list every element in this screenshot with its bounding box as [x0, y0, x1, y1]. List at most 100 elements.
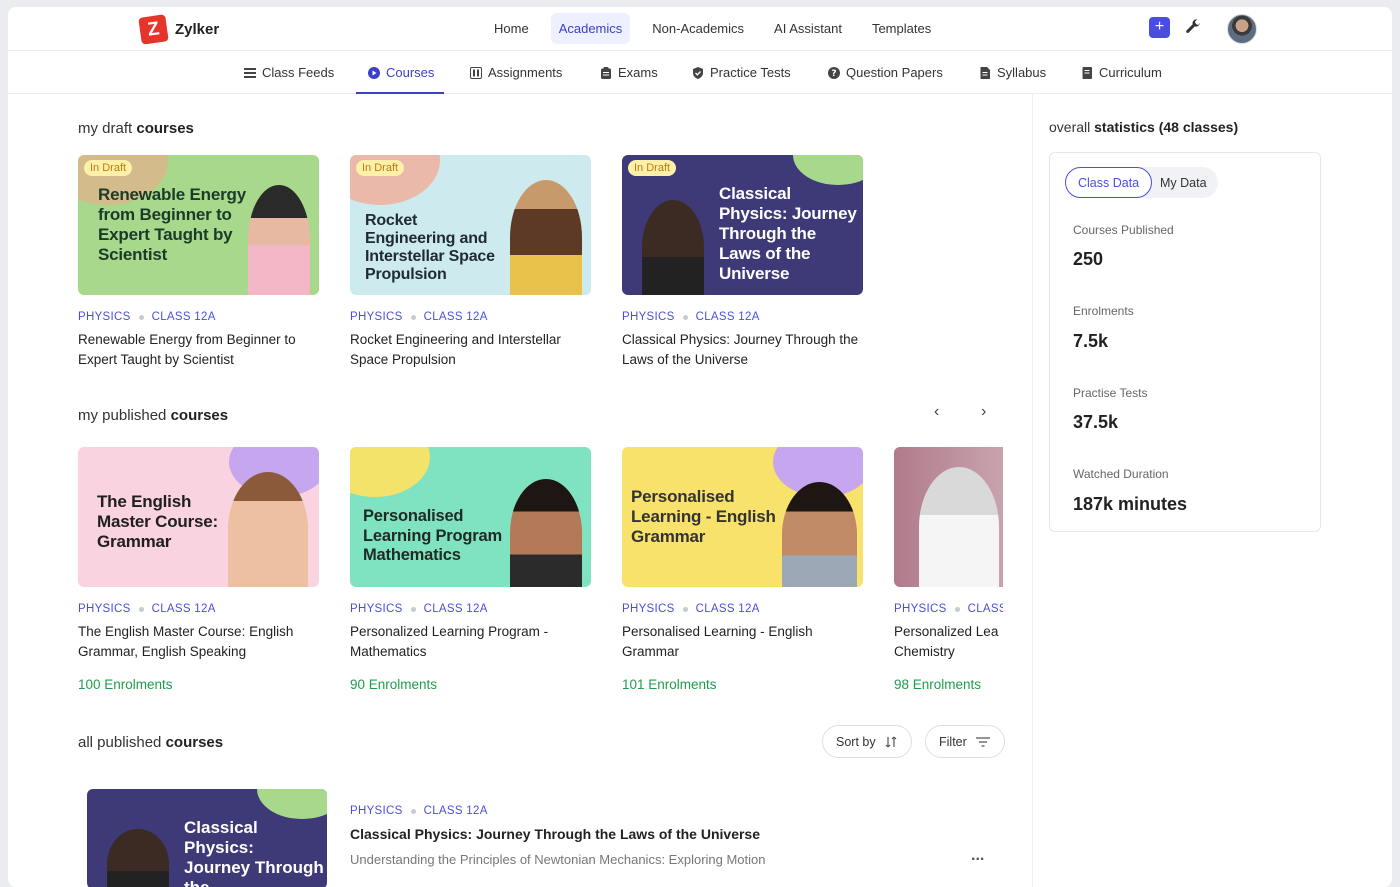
course-meta: PHYSICS CLASS 12A: [350, 311, 591, 323]
course-thumbnail[interactable]: In Draft Rocket Engineering and Interste…: [350, 155, 591, 295]
published-course-card[interactable]: Personalised Learning Program Mathematic…: [350, 447, 591, 692]
instructor-photo: [228, 472, 308, 587]
course-meta: PHYSICS CLASS 12A: [78, 603, 319, 615]
tab-exams[interactable]: Exams: [600, 51, 658, 94]
nav-non-academics[interactable]: Non-Academics: [644, 13, 752, 44]
title-prefix: my published: [78, 407, 167, 424]
add-button[interactable]: +: [1149, 17, 1170, 38]
instructor-photo: [510, 479, 582, 587]
course-thumbnail[interactable]: [894, 447, 1003, 587]
tab-label: Assignments: [488, 65, 563, 80]
course-meta: PHYSICS CLASS 12A: [350, 603, 591, 615]
stats-title: overall statistics (48 classes): [1049, 119, 1238, 135]
my-data-toggle[interactable]: My Data: [1160, 167, 1207, 198]
sort-label: Sort by: [836, 734, 876, 749]
draft-course-card[interactable]: In Draft Classical Physics: Journey Thro…: [622, 155, 863, 369]
play-circle-icon: [368, 66, 380, 79]
class-label: CLASS 12A: [695, 311, 760, 323]
draft-badge: In Draft: [84, 160, 133, 176]
published-carousel: The English Master Course: Grammar PHYSI…: [78, 447, 1003, 707]
tab-practice-tests[interactable]: Practice Tests: [692, 51, 791, 94]
title-prefix: my draft: [78, 120, 133, 137]
tab-assignments[interactable]: Assignments: [470, 51, 562, 94]
more-options-icon[interactable]: ...: [971, 847, 984, 865]
enrolment-count: 101 Enrolments: [622, 677, 717, 692]
course-thumbnail[interactable]: Personalised Learning - English Grammar: [622, 447, 863, 587]
course-meta: PHYSICS CLASS 12A: [622, 311, 863, 323]
course-title[interactable]: Personalized Lea Chemistry: [894, 622, 1003, 661]
tab-class-feeds[interactable]: Class Feeds: [244, 51, 334, 94]
nav-home[interactable]: Home: [486, 13, 537, 44]
published-section-title: my published courses: [78, 407, 228, 424]
app-name: Zylker: [175, 21, 220, 38]
logo[interactable]: Z Zylker: [138, 14, 220, 45]
course-thumbnail[interactable]: Classical Physics: Journey Through the: [87, 789, 327, 887]
nav-academics[interactable]: Academics: [550, 13, 631, 44]
class-data-toggle[interactable]: Class Data: [1065, 167, 1153, 198]
draft-course-card[interactable]: In Draft Renewable Energy from Beginner …: [78, 155, 319, 369]
tab-question-papers[interactable]: ? Question Papers: [828, 51, 943, 94]
top-nav: Home Academics Non-Academics AI Assistan…: [486, 13, 939, 44]
separator-dot: [410, 606, 416, 612]
published-course-card[interactable]: PHYSICS CLASS Personalized Lea Chemistry …: [894, 447, 1003, 692]
published-course-card[interactable]: The English Master Course: Grammar PHYSI…: [78, 447, 319, 692]
subject-label: PHYSICS: [350, 805, 403, 817]
course-meta: PHYSICS CLASS: [894, 603, 1003, 615]
draft-section-title: my draft courses: [78, 120, 194, 137]
stat-label: Watched Duration: [1073, 467, 1169, 481]
course-title[interactable]: Renewable Energy from Beginner to Expert…: [78, 330, 319, 369]
thumbnail-title: Personalised Learning - English Grammar: [631, 487, 776, 546]
tab-courses[interactable]: Courses: [368, 51, 434, 94]
tab-curriculum[interactable]: Curriculum: [1081, 51, 1162, 94]
course-title[interactable]: Classical Physics: Journey Through the L…: [622, 330, 863, 369]
subject-label: PHYSICS: [350, 603, 403, 615]
course-title[interactable]: The English Master Course: English Gramm…: [78, 622, 319, 661]
sort-button[interactable]: Sort by: [822, 725, 912, 758]
subject-label: PHYSICS: [894, 603, 947, 615]
nav-templates[interactable]: Templates: [864, 13, 939, 44]
course-title[interactable]: Personalised Learning - English Grammar: [622, 622, 863, 661]
thumbnail-title: Rocket Engineering and Interstellar Spac…: [365, 212, 495, 283]
carousel-prev-button[interactable]: ‹: [934, 403, 939, 421]
course-title[interactable]: Personalized Learning Program - Mathemat…: [350, 622, 591, 661]
course-thumbnail[interactable]: Personalised Learning Program Mathematic…: [350, 447, 591, 587]
course-thumbnail[interactable]: In Draft Classical Physics: Journey Thro…: [622, 155, 863, 295]
app-window: Z Zylker Home Academics Non-Academics AI…: [8, 7, 1392, 887]
sort-icon: [885, 736, 897, 747]
separator-dot: [138, 606, 144, 612]
course-title[interactable]: Classical Physics: Journey Through the L…: [350, 825, 990, 845]
published-course-card[interactable]: Personalised Learning - English Grammar …: [622, 447, 863, 692]
stat-value: 7.5k: [1073, 331, 1109, 351]
filter-button[interactable]: Filter: [925, 725, 1005, 758]
separator-dot: [954, 606, 960, 612]
separator-dot: [410, 808, 416, 814]
separator-dot: [410, 314, 416, 320]
sub-nav: Class Feeds Courses Assignments Exams Pr…: [8, 51, 1392, 94]
shield-check-icon: [693, 66, 703, 79]
course-thumbnail[interactable]: In Draft Renewable Energy from Beginner …: [78, 155, 319, 295]
stat-value: 37.5k: [1073, 412, 1119, 432]
course-title[interactable]: Rocket Engineering and Interstellar Spac…: [350, 330, 591, 369]
carousel-next-button[interactable]: ›: [981, 403, 986, 421]
panel-divider: [1032, 94, 1033, 887]
separator-dot: [682, 606, 688, 612]
question-icon: ?: [828, 66, 840, 79]
instructor-photo: [919, 467, 999, 587]
tab-syllabus[interactable]: Syllabus: [979, 51, 1046, 94]
instructor-photo: [642, 200, 704, 295]
stat-value: 250: [1073, 249, 1104, 269]
nav-ai-assistant[interactable]: AI Assistant: [766, 13, 850, 44]
draft-course-card[interactable]: In Draft Rocket Engineering and Interste…: [350, 155, 591, 369]
tab-label: Curriculum: [1099, 65, 1162, 80]
all-course-item[interactable]: PHYSICS CLASS 12A Classical Physics: Jour…: [350, 805, 990, 867]
course-thumbnail[interactable]: The English Master Course: Grammar: [78, 447, 319, 587]
thumbnail-title: Classical Physics: Journey Through the L…: [719, 184, 857, 283]
wrench-icon[interactable]: [1184, 18, 1202, 36]
filter-label: Filter: [939, 734, 967, 749]
title-bold: courses: [170, 407, 229, 424]
draft-badge: In Draft: [628, 160, 677, 176]
document-icon: [980, 66, 990, 79]
user-avatar[interactable]: [1227, 14, 1257, 44]
data-toggle: Class Data My Data: [1065, 167, 1218, 198]
instructor-photo: [782, 482, 857, 587]
